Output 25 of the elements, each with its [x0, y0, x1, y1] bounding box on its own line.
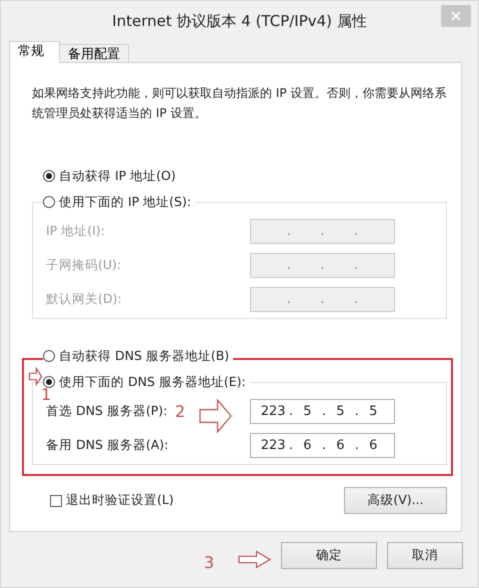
step-number: 3: [204, 554, 214, 572]
arrow-icon: [29, 368, 42, 385]
close-icon: [451, 11, 461, 21]
field-label: IP 地址(I):: [46, 223, 105, 240]
arrow-icon: [199, 399, 232, 433]
radio-button[interactable]: [43, 170, 55, 182]
validate-checkbox[interactable]: 退出时验证设置(L): [50, 492, 174, 509]
field-label: 备用 DNS 服务器(A):: [46, 437, 168, 454]
dialog-button[interactable]: 确定: [281, 542, 377, 569]
radio-button[interactable]: [43, 350, 55, 362]
advanced-button[interactable]: 高级(V)...: [344, 487, 447, 514]
step-number: 2: [175, 403, 186, 421]
description-text: 如果网络支持此功能，则可以获取自动指派的 IP 设置。否则，你需要从网络系统管理员处获得适当的 IP 设置。: [32, 85, 448, 122]
field-label: 默认网关(D):: [46, 291, 122, 308]
ip-address-field[interactable]: 223 . 6 . 6 . 6: [250, 433, 395, 458]
radio-button[interactable]: [43, 376, 55, 388]
dialog-button[interactable]: 取消: [387, 542, 463, 569]
tab[interactable]: 备用配置: [59, 44, 129, 63]
window-title: Internet 协议版本 4 (TCP/IPv4) 属性: [112, 12, 367, 30]
ip-address-field[interactable]: 223 . 5 . 5 . 5: [250, 399, 395, 424]
arrow-icon: [238, 551, 271, 568]
radio-button[interactable]: [43, 196, 55, 208]
field-label: 子网掩码(U):: [46, 257, 122, 274]
tab[interactable]: 常规: [9, 41, 60, 63]
field-label: 首选 DNS 服务器(P):: [46, 403, 168, 420]
